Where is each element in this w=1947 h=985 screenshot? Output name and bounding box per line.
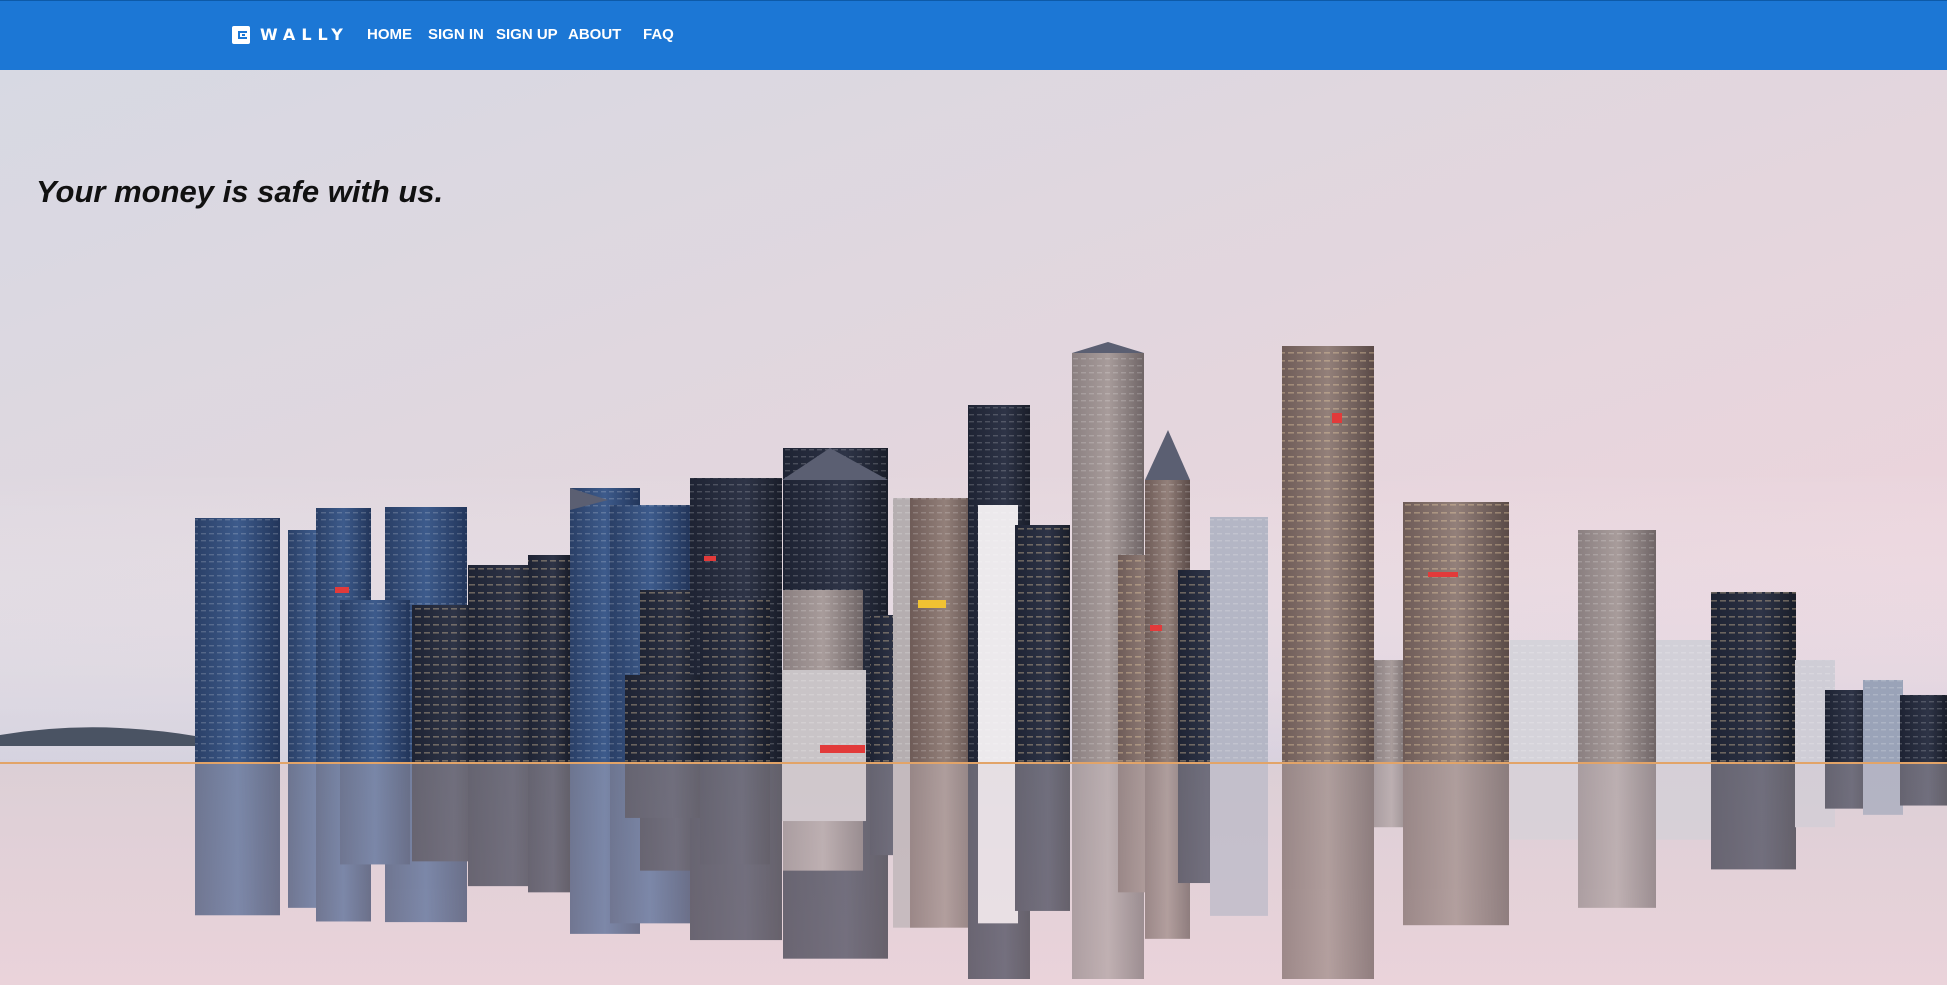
building-windows [1210,517,1268,762]
building-windows [1015,525,1070,762]
building-windows [1578,530,1656,762]
building-reflection [1403,764,1509,926]
building-reflection [782,764,866,822]
building-reflection [1900,764,1947,806]
brand-logo-link[interactable]: WALLY [232,25,349,44]
building-reflection [1510,764,1578,840]
nav-home-link[interactable]: HOME [367,26,412,43]
building-sign [1332,413,1342,423]
building-windows [1656,640,1711,762]
building-windows [1863,680,1903,762]
building-windows [528,555,570,762]
building-reflection [1711,764,1796,870]
building-windows [1510,640,1578,762]
building-reflection [1210,764,1268,916]
building-sign [820,745,865,753]
nav-sign-up-link[interactable]: SIGN UP [496,26,558,43]
building-windows [978,505,1018,762]
building-windows [1282,346,1374,762]
building-reflection [340,764,410,865]
nav-about-link[interactable]: ABOUT [568,26,621,43]
building-windows [1711,592,1796,762]
building-reflection [978,764,1018,924]
building-windows [1900,695,1947,762]
building-sign [918,600,946,608]
wallet-icon [232,25,250,44]
building-reflection [1656,764,1711,840]
top-navbar: WALLY HOME SIGN IN SIGN UP ABOUT FAQ [0,0,1947,70]
building-sign [335,587,349,593]
building-sign [1428,572,1458,577]
building-reflection [1578,764,1656,908]
building-reflection [1015,764,1070,911]
building-windows [625,675,705,762]
brand-name: WALLY [260,25,349,44]
building-reflection [700,764,770,865]
building-sign [1150,625,1162,631]
hero-tagline: Your money is safe with us. [36,174,444,209]
nav-faq-link[interactable]: FAQ [643,26,674,43]
building-reflection [1863,764,1903,815]
building-windows [340,600,410,762]
building-reflection [1282,764,1374,979]
building-reflection [195,764,280,916]
building-windows [1403,502,1509,762]
building-windows [195,518,280,762]
building-windows [700,600,770,762]
nav-sign-in-link[interactable]: SIGN IN [428,26,484,43]
building-sign [704,556,716,561]
building-reflection [625,764,705,818]
building-reflection [528,764,570,893]
hero-section: Your money is safe with us. [0,70,1947,985]
